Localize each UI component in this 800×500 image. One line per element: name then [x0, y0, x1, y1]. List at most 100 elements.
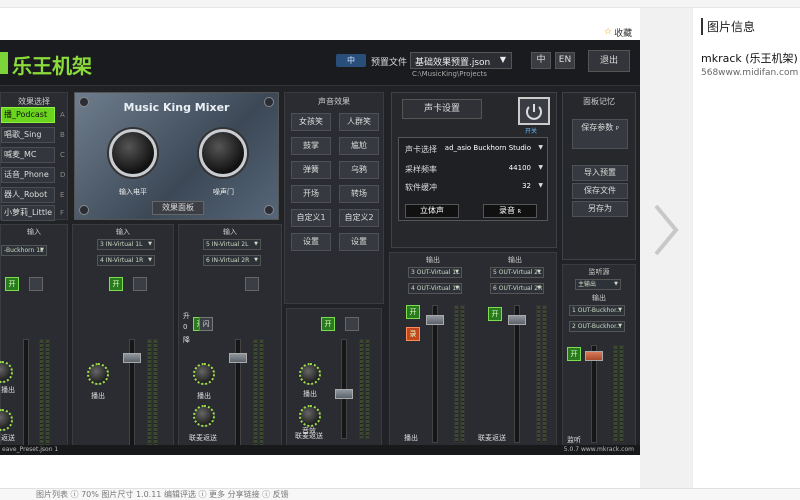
record-toggle[interactable]: 录 [406, 327, 420, 341]
sfx-button[interactable]: 人群笑 [339, 113, 379, 131]
mixer-title: Music King Mixer [123, 101, 230, 114]
on-toggle[interactable]: 开 [488, 307, 502, 321]
save-file-button[interactable]: 保存文件 [572, 183, 628, 199]
broadcast-knob[interactable] [299, 363, 321, 385]
on-toggle[interactable]: 开 [5, 277, 19, 291]
effect-item[interactable]: 话音_Phone [1, 167, 55, 183]
input-select[interactable]: 4 IN-Virtual 1R ▼ [97, 255, 155, 266]
fader-handle[interactable] [585, 351, 603, 361]
browser-top-strip [0, 0, 800, 8]
save-params-button[interactable]: 保存参数 P [572, 119, 628, 149]
on-toggle[interactable]: 开 [567, 347, 581, 361]
chevron-down-icon: ▼ [455, 269, 459, 275]
chevron-down-icon: ▼ [537, 269, 541, 275]
on-toggle[interactable]: 开 [109, 277, 123, 291]
on-toggle[interactable]: 开 [321, 317, 335, 331]
sfx-button[interactable]: 自定义1 [291, 209, 331, 227]
sfx-button[interactable]: 女孩笑 [291, 113, 331, 131]
input-select[interactable]: 6 IN-Virtual 2R ▼ [203, 255, 261, 266]
sfx-button[interactable]: 乌鸦 [339, 161, 379, 179]
sound-effects-panel: 声音效果 女孩笑 人群笑 鼓掌 尴尬 弹簧 乌鸦 开场 转场 自定义1 自定义2… [284, 92, 384, 304]
output-select[interactable]: 4 OUT-Virtual 1R ▼ [408, 283, 462, 294]
logo-mark [0, 52, 8, 74]
soundcard-select[interactable]: 声卡选择 ad_asio Buckhorn Studio ▼ [405, 144, 545, 158]
output-select[interactable]: 1 OUT-Buckhor... ▼ [569, 305, 625, 316]
sfx-button[interactable]: 自定义2 [339, 209, 379, 227]
sfx-button[interactable]: 开场 [291, 185, 331, 203]
effect-letter: E [60, 191, 65, 199]
soundcard-settings-button[interactable]: 声卡设置 [402, 99, 482, 119]
sfx-button[interactable]: 设置 [339, 233, 379, 251]
broadcast-knob[interactable] [193, 363, 215, 385]
input-select-value: 4 IN-Virtual 1R [100, 257, 144, 264]
level-meter [619, 345, 624, 443]
send-knob[interactable] [0, 361, 13, 383]
lang-en-button[interactable]: EN [555, 52, 575, 69]
strip-name: 联麦返送 [478, 434, 506, 442]
mute-toggle[interactable] [345, 317, 359, 331]
record-button[interactable]: 录音 R [483, 204, 537, 218]
output-select[interactable]: 3 OUT-Virtual 1L ▼ [408, 267, 462, 278]
on-toggle[interactable]: 开 [406, 305, 420, 319]
effect-item[interactable]: 喊麦_MC [1, 147, 55, 163]
bottom-toolbar-text: 图片列表 ⓘ 70% 图片尺寸 1.0.11 编辑评选 ⓘ 更多 分享链接 ⓘ … [36, 490, 289, 499]
input-select[interactable]: 5 IN-Virtual 2L ▼ [203, 239, 261, 250]
fader-handle[interactable] [508, 315, 526, 325]
return-knob[interactable] [0, 409, 13, 431]
preset-select-value: 基础效果预置.json [415, 58, 491, 68]
input-level-knob[interactable] [109, 129, 157, 177]
output-select[interactable]: 5 OUT-Virtual 2L ▼ [490, 267, 544, 278]
power-button[interactable] [518, 97, 550, 125]
mute-toggle[interactable] [245, 277, 259, 291]
stereo-button[interactable]: 立体声 [405, 204, 459, 218]
preset-select[interactable]: 基础效果预置.json ▼ [410, 52, 512, 69]
fader-handle[interactable] [229, 353, 247, 363]
sfx-button[interactable]: 设置 [291, 233, 331, 251]
import-preset-button[interactable]: 导入预置 [572, 165, 628, 181]
fader-handle[interactable] [426, 315, 444, 325]
output-select[interactable]: 2 OUT-Buckhor... ▼ [569, 321, 625, 332]
noise-gate-knob[interactable] [199, 129, 247, 177]
exit-button[interactable]: 退出 [588, 50, 630, 72]
sfx-button[interactable]: 鼓掌 [291, 137, 331, 155]
sound-effects-title: 声音效果 [318, 97, 350, 106]
level-meter [259, 339, 264, 455]
sample-rate-select[interactable]: 采样频率 44100 ▼ [405, 164, 545, 178]
panel-memory: 面板记忆 保存参数 P 导入预置 保存文件 另存为 [562, 92, 636, 260]
return-knob[interactable] [299, 405, 321, 427]
pitch-up-label: 升 [183, 312, 190, 320]
effect-item[interactable]: 唱歌_Sing [1, 127, 55, 143]
sfx-button[interactable]: 弹簧 [291, 161, 331, 179]
mute-toggle[interactable] [29, 277, 43, 291]
lang-cn-button[interactable]: 中 [531, 52, 551, 69]
fader-handle[interactable] [335, 389, 353, 399]
chevron-down-icon: ▼ [455, 285, 459, 291]
next-image-button[interactable] [648, 200, 684, 260]
preset-icon-select[interactable]: 中 [336, 54, 366, 67]
sfx-button[interactable]: 尴尬 [339, 137, 379, 155]
input-select-value: 3 IN-Virtual 1L [100, 241, 143, 248]
monitor-source-select[interactable]: 主输出 ▼ [575, 279, 621, 290]
level-meter [45, 339, 50, 455]
effect-item[interactable]: 器人_Robot [1, 187, 55, 203]
input-select[interactable]: 3 IN-Virtual 1L ▼ [97, 239, 155, 250]
effect-item[interactable]: 小萝莉_Little [1, 205, 55, 221]
input-select[interactable]: -Buckhorn 1L ▼ [1, 245, 47, 256]
output-label: 输出 [592, 294, 606, 302]
output-select-value: 5 OUT-Virtual 2L [493, 269, 542, 276]
collect-button[interactable]: ☆ 收藏 [604, 24, 640, 40]
save-as-button[interactable]: 另存为 [572, 201, 628, 217]
fader-handle[interactable] [123, 353, 141, 363]
mute-toggle[interactable] [133, 277, 147, 291]
flash-toggle[interactable]: 闪 [199, 317, 213, 331]
output-select[interactable]: 6 OUT-Virtual 2R ▼ [490, 283, 544, 294]
knob-label: 播出 [303, 390, 317, 398]
sfx-button[interactable]: 转场 [339, 185, 379, 203]
return-knob[interactable] [193, 405, 215, 427]
buffer-select[interactable]: 软件缓冲 32 ▼ [405, 182, 545, 196]
broadcast-knob[interactable] [87, 363, 109, 385]
app-header: 乐王机架 中 预置文件 基础效果预置.json ▼ C:\MusicKing\P… [0, 40, 640, 86]
soundcard-settings-box: 声卡选择 ad_asio Buckhorn Studio ▼ 采样频率 4410… [398, 137, 548, 221]
effect-panel-button[interactable]: 效果面板 [152, 201, 204, 215]
effect-item[interactable]: 播_Podcast [1, 107, 55, 123]
